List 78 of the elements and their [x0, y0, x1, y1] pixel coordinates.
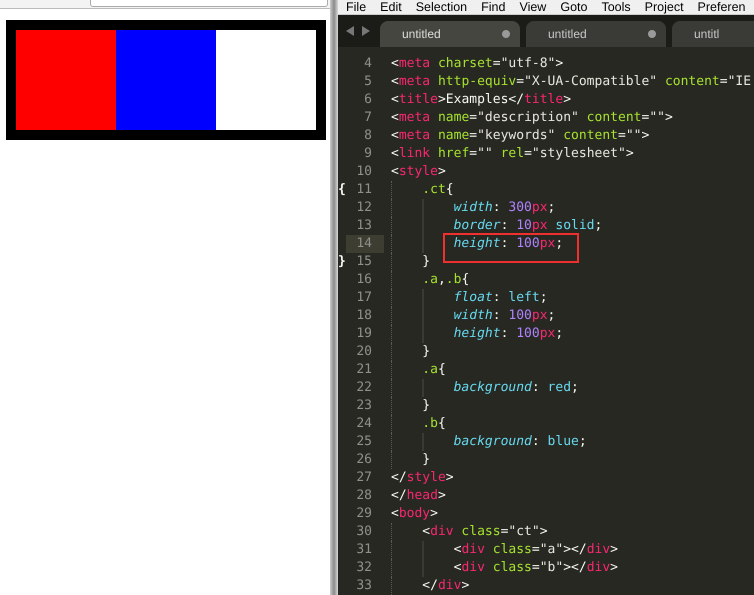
code-line: </style>: [390, 469, 454, 487]
code-line: .a,.b{: [384, 271, 470, 289]
menu-item[interactable]: Tools: [601, 0, 631, 14]
line-number: 12: [355, 199, 373, 217]
code-line: <style>: [390, 163, 446, 181]
line-number: 23: [355, 397, 373, 415]
code-line: .ct{: [384, 181, 454, 199]
line-number: 19: [355, 325, 373, 343]
fold-marker[interactable]: {: [338, 182, 346, 197]
unsaved-dot-icon: [502, 30, 510, 38]
line-number: 17: [355, 289, 373, 307]
code-line: <div class="a"></div>: [384, 541, 618, 559]
code-line: height: 100px;: [384, 235, 564, 253]
code-line: background: blue;: [384, 433, 587, 451]
line-number: 22: [355, 379, 373, 397]
line-number: 30: [355, 523, 373, 541]
menu-item[interactable]: Selection: [416, 0, 468, 14]
line-number: 8: [363, 127, 373, 145]
menu-item[interactable]: View: [519, 0, 546, 14]
editor-tab[interactable]: untitl: [672, 21, 754, 47]
menu-item[interactable]: Preferen: [698, 0, 746, 14]
code-line: .b{: [384, 415, 446, 433]
code-line: background: red;: [384, 379, 579, 397]
line-number: 16: [355, 271, 373, 289]
code-line: <div class="b"></div>: [384, 559, 618, 577]
editor-tab[interactable]: untitled: [526, 21, 666, 47]
menu-item[interactable]: Edit: [380, 0, 402, 14]
menu-item[interactable]: Project: [644, 0, 684, 14]
code-line: </div>: [384, 577, 470, 595]
line-number: 7: [363, 109, 373, 127]
line-number: 25: [355, 433, 373, 451]
address-bar[interactable]: [90, 0, 328, 7]
line-number: 6: [363, 91, 373, 109]
code-line: <meta http-equiv="X-UA-Compatible" content="IE: [390, 73, 752, 91]
code-line: width: 100px;: [384, 307, 556, 325]
line-number: 15: [355, 253, 373, 271]
line-number: 33: [355, 577, 373, 595]
line-number: 24: [355, 415, 373, 433]
line-number: 18: [355, 307, 373, 325]
line-number: 9: [363, 145, 373, 163]
line-number: 14: [346, 235, 384, 253]
code-line: }: [384, 343, 430, 361]
code-line: <title>Examples</title>: [390, 91, 572, 109]
line-number: 27: [355, 469, 373, 487]
tab-navigation-icon[interactable]: [346, 26, 370, 36]
code-line: <meta name="description" content="">: [390, 109, 673, 127]
line-number: 28: [355, 487, 373, 505]
code-line: }: [384, 253, 430, 271]
code-line: <meta charset="utf-8">: [390, 55, 564, 73]
line-number: 20: [355, 343, 373, 361]
line-number: 10: [355, 163, 373, 181]
line-number: 21: [355, 361, 373, 379]
menu-item[interactable]: Find: [481, 0, 506, 14]
line-number: 29: [355, 505, 373, 523]
code-line: }: [384, 397, 430, 415]
code-line: width: 300px;: [384, 199, 556, 217]
line-number: 32: [355, 559, 373, 577]
code-line: <link href="" rel="stylesheet">: [390, 145, 634, 163]
line-number: 31: [355, 541, 373, 559]
line-number: 26: [355, 451, 373, 469]
line-number: 5: [363, 73, 373, 91]
menu-item[interactable]: File: [346, 0, 366, 14]
code-line: <div class="ct">: [384, 523, 548, 541]
code-line: .a{: [384, 361, 446, 379]
line-number: 4: [363, 55, 373, 73]
line-number: 11: [355, 181, 373, 199]
code-line: </head>: [390, 487, 446, 505]
unsaved-dot-icon: [648, 30, 656, 38]
editor-tab[interactable]: untitled: [380, 21, 520, 47]
menu-item[interactable]: Goto: [560, 0, 588, 14]
line-number: 13: [355, 217, 373, 235]
code-line: float: left;: [384, 289, 548, 307]
code-line: border: 10px solid;: [384, 217, 602, 235]
code-line: height: 100px;: [384, 325, 564, 343]
fold-marker[interactable]: }: [338, 254, 346, 269]
code-line: }: [384, 451, 430, 469]
code-line: <meta name="keywords" content="">: [390, 127, 650, 145]
code-line: <body>: [390, 505, 438, 523]
